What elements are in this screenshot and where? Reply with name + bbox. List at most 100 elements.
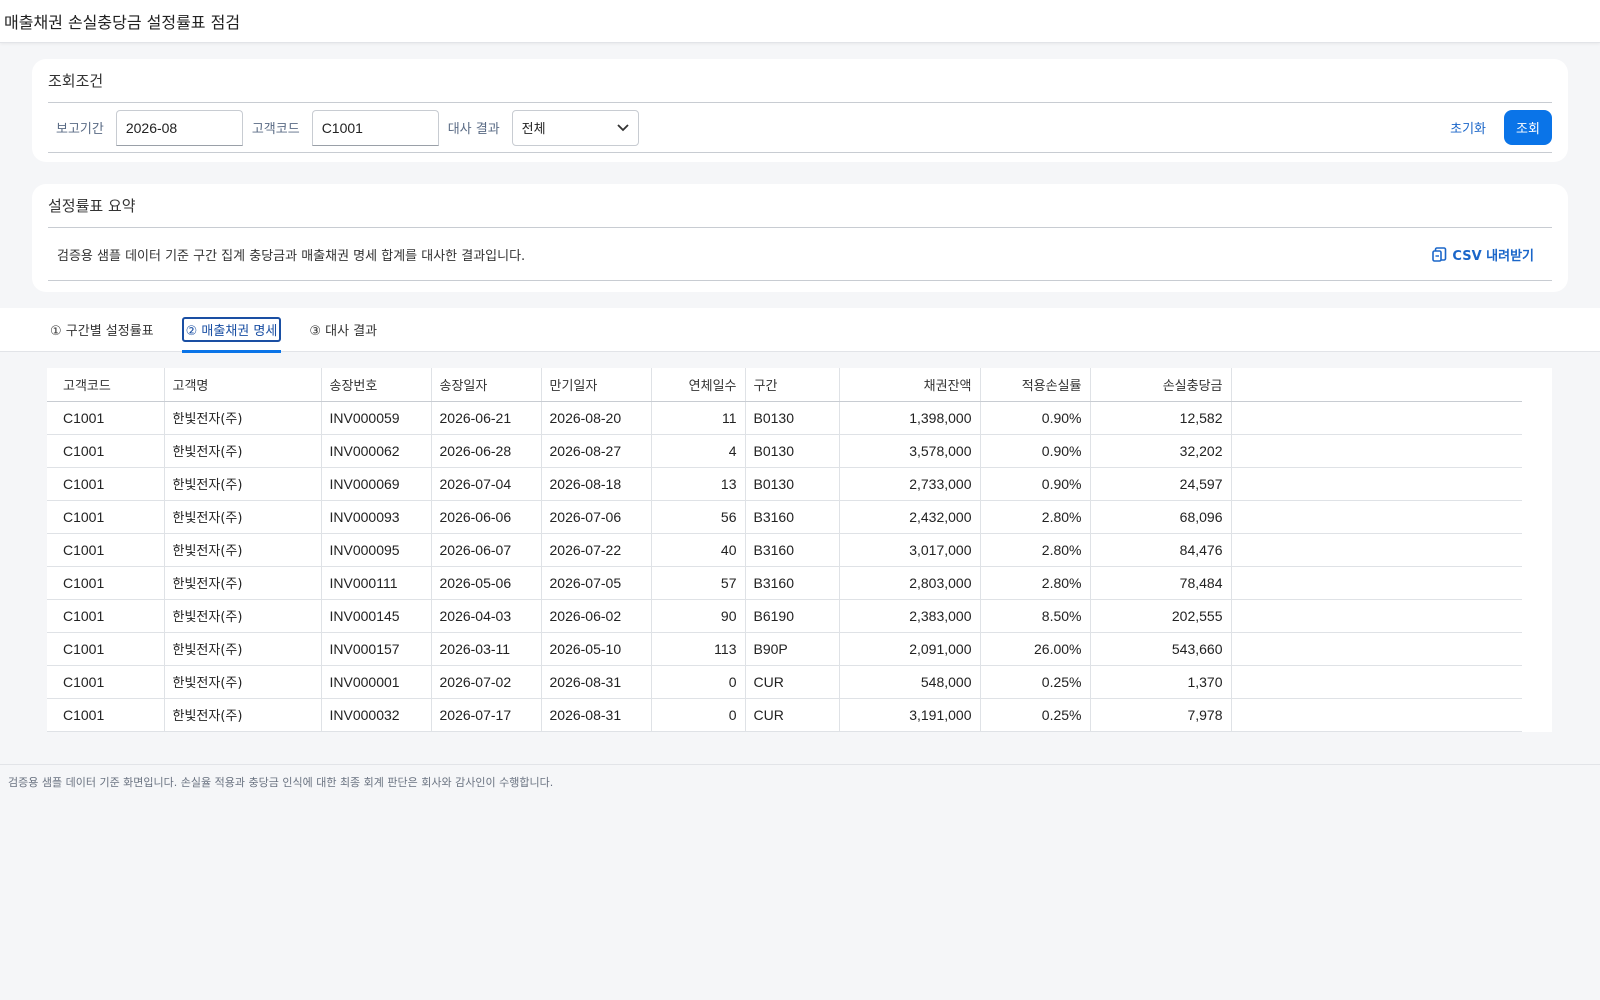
- search-button[interactable]: 조회: [1504, 110, 1552, 145]
- col-due-date[interactable]: 만기일자: [541, 368, 652, 402]
- table-row[interactable]: C1001 한빛전자(주) INV000059 2026-06-21 2026-08-2…: [47, 401, 1522, 435]
- cell-allowance: 32,202: [1090, 434, 1232, 468]
- summary-row: 검증용 샘플 데이터 기준 구간 집계 충당금과 매출채권 명세 합계를 대사한…: [48, 228, 1552, 281]
- cell-allowance: 12,582: [1090, 401, 1232, 435]
- customer-code-label: 고객코드: [251, 122, 300, 137]
- cell-allowance: 68,096: [1090, 500, 1232, 534]
- csv-download-button[interactable]: CSV 내려받기: [1432, 245, 1534, 264]
- cell-customer-name: 한빛전자(주): [164, 533, 322, 567]
- receivables-table-container: 고객코드 고객명 송장번호 송장일자 만기일자 연체일수 구간 채권잔액 적용손…: [47, 368, 1552, 732]
- table-row[interactable]: C1001 한빛전자(주) INV000032 2026-07-17 2026-08-3…: [47, 698, 1522, 732]
- cell-bucket: B90P: [745, 632, 840, 666]
- cell-allowance: 543,660: [1090, 632, 1232, 666]
- table-row[interactable]: C1001 한빛전자(주) INV000157 2026-03-11 2026-05-1…: [47, 632, 1522, 666]
- recon-result-select[interactable]: 전체: [511, 109, 639, 146]
- cell-invoice-no: INV000001: [321, 665, 432, 699]
- filter-card: 조회조건 보고기간 2026-08 고객코드 C1001 대사 결과 전체 초기…: [32, 59, 1568, 162]
- cell-filler: [1231, 698, 1522, 732]
- cell-loss-rate: 2.80%: [980, 533, 1091, 567]
- table-row[interactable]: C1001 한빛전자(주) INV000069 2026-07-04 2026-08-1…: [47, 467, 1522, 501]
- reset-button[interactable]: 초기화: [1450, 118, 1486, 137]
- cell-customer-code: C1001: [47, 434, 165, 468]
- cell-customer-name: 한빛전자(주): [164, 632, 322, 666]
- cell-days-overdue: 11: [651, 401, 746, 435]
- customer-code-input[interactable]: C1001: [311, 109, 439, 146]
- cell-invoice-no: INV000032: [321, 698, 432, 732]
- cell-customer-code: C1001: [47, 533, 165, 567]
- tab-label: ② 매출채권 명세: [181, 317, 282, 342]
- cell-balance: 2,803,000: [839, 566, 981, 600]
- cell-invoice-date: 2026-06-06: [431, 500, 542, 534]
- tab-aging-rate-table[interactable]: ① 구간별 설정률표: [50, 308, 154, 352]
- cell-days-overdue: 57: [651, 566, 746, 600]
- col-invoice-no[interactable]: 송장번호: [321, 368, 432, 402]
- tab-label: ③ 대사 결과: [309, 324, 378, 339]
- cell-balance: 3,578,000: [839, 434, 981, 468]
- col-invoice-date[interactable]: 송장일자: [431, 368, 542, 402]
- filter-bar: 보고기간 2026-08 고객코드 C1001 대사 결과 전체 초기화 조회: [48, 103, 1552, 153]
- cell-customer-code: C1001: [47, 632, 165, 666]
- table-row[interactable]: C1001 한빛전자(주) INV000095 2026-06-07 2026-07-2…: [47, 533, 1522, 567]
- cell-invoice-date: 2026-06-21: [431, 401, 542, 435]
- cell-bucket: B0130: [745, 401, 840, 435]
- app-header: 매출채권 손실충당금 설정률표 점검: [0, 0, 1600, 43]
- download-file-icon: [1432, 246, 1447, 262]
- cell-bucket: B3160: [745, 566, 840, 600]
- cell-bucket: B0130: [745, 467, 840, 501]
- cell-invoice-no: INV000062: [321, 434, 432, 468]
- col-customer-name[interactable]: 고객명: [164, 368, 322, 402]
- cell-loss-rate: 0.25%: [980, 698, 1091, 732]
- cell-bucket: CUR: [745, 665, 840, 699]
- cell-loss-rate: 0.90%: [980, 401, 1091, 435]
- cell-invoice-date: 2026-07-02: [431, 665, 542, 699]
- cell-allowance: 84,476: [1090, 533, 1232, 567]
- cell-due-date: 2026-06-02: [541, 599, 652, 633]
- cell-days-overdue: 0: [651, 665, 746, 699]
- col-balance[interactable]: 채권잔액: [839, 368, 981, 402]
- recon-result-value: 전체: [521, 122, 546, 137]
- cell-days-overdue: 13: [651, 467, 746, 501]
- tab-reconciliation[interactable]: ③ 대사 결과: [309, 308, 377, 352]
- cell-loss-rate: 26.00%: [980, 632, 1091, 666]
- cell-filler: [1231, 632, 1522, 666]
- cell-days-overdue: 4: [651, 434, 746, 468]
- cell-filler: [1231, 566, 1522, 600]
- cell-days-overdue: 113: [651, 632, 746, 666]
- cell-invoice-date: 2026-06-28: [431, 434, 542, 468]
- col-bucket[interactable]: 구간: [745, 368, 840, 402]
- table-row[interactable]: C1001 한빛전자(주) INV000001 2026-07-02 2026-08-3…: [47, 665, 1522, 699]
- cell-invoice-no: INV000095: [321, 533, 432, 567]
- cell-filler: [1231, 665, 1522, 699]
- cell-invoice-no: INV000059: [321, 401, 432, 435]
- cell-days-overdue: 90: [651, 599, 746, 633]
- cell-days-overdue: 0: [651, 698, 746, 732]
- cell-filler: [1231, 500, 1522, 534]
- col-customer-code[interactable]: 고객코드: [47, 368, 165, 402]
- cell-loss-rate: 0.25%: [980, 665, 1091, 699]
- cell-loss-rate: 2.80%: [980, 500, 1091, 534]
- cell-customer-code: C1001: [47, 467, 165, 501]
- table-row[interactable]: C1001 한빛전자(주) INV000093 2026-06-06 2026-07-0…: [47, 500, 1522, 534]
- cell-customer-code: C1001: [47, 500, 165, 534]
- cell-balance: 2,091,000: [839, 632, 981, 666]
- cell-invoice-date: 2026-05-06: [431, 566, 542, 600]
- cell-customer-name: 한빛전자(주): [164, 500, 322, 534]
- cell-days-overdue: 56: [651, 500, 746, 534]
- col-days-overdue[interactable]: 연체일수: [651, 368, 746, 402]
- cell-customer-name: 한빛전자(주): [164, 698, 322, 732]
- cell-balance: 548,000: [839, 665, 981, 699]
- cell-balance: 3,191,000: [839, 698, 981, 732]
- tab-receivables-detail[interactable]: ② 매출채권 명세: [181, 308, 282, 353]
- period-input[interactable]: 2026-08: [115, 109, 243, 146]
- col-loss-rate[interactable]: 적용손실률: [980, 368, 1091, 402]
- table-row[interactable]: C1001 한빛전자(주) INV000062 2026-06-28 2026-08-2…: [47, 434, 1522, 468]
- cell-allowance: 24,597: [1090, 467, 1232, 501]
- table-row[interactable]: C1001 한빛전자(주) INV000145 2026-04-03 2026-06-0…: [47, 599, 1522, 633]
- cell-due-date: 2026-07-06: [541, 500, 652, 534]
- col-allowance[interactable]: 손실충당금: [1090, 368, 1232, 402]
- footer-note: 검증용 샘플 데이터 기준 화면입니다. 손실율 적용과 충당금 인식에 대한 …: [0, 763, 1600, 799]
- cell-allowance: 7,978: [1090, 698, 1232, 732]
- cell-customer-name: 한빛전자(주): [164, 665, 322, 699]
- cell-due-date: 2026-08-31: [541, 665, 652, 699]
- table-row[interactable]: C1001 한빛전자(주) INV000111 2026-05-06 2026-07-0…: [47, 566, 1522, 600]
